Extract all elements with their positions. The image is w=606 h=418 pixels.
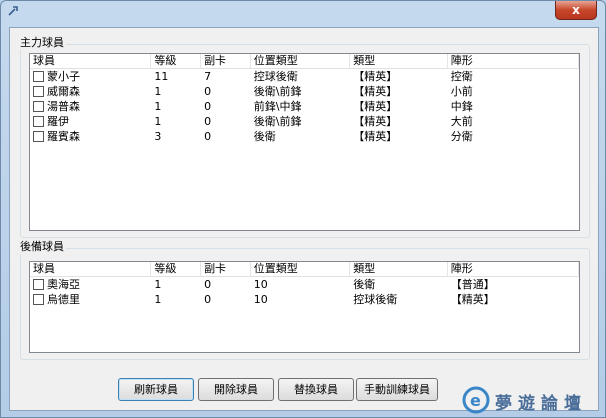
close-icon: x <box>572 3 580 17</box>
cell-type: 後衛 <box>353 278 376 291</box>
manual-train-button[interactable]: 手動訓練球員 <box>356 378 438 401</box>
cell-level: 1 <box>154 115 162 128</box>
table-row[interactable]: 羅賓森 3 0 後衛 【精英】 分衛 <box>30 129 579 144</box>
player-name: 奧海亞 <box>47 278 80 291</box>
col-header-player[interactable]: 球員 <box>30 54 152 69</box>
player-name: 威爾森 <box>47 85 80 98</box>
cell-level: 11 <box>154 70 169 83</box>
cell-level: 1 <box>154 85 162 98</box>
player-name-cell: 羅伊 <box>30 114 151 129</box>
player-name-cell: 蒙小子 <box>30 69 151 84</box>
player-name: 蒙小子 <box>47 70 80 83</box>
table-row[interactable]: 蒙小子 11 7 控球後衛 【精英】 控衛 <box>30 69 579 84</box>
row-checkbox[interactable] <box>33 279 44 290</box>
cell-level: 1 <box>154 293 162 306</box>
watermark-emblem-icon: e <box>462 386 490 414</box>
row-checkbox[interactable] <box>33 101 44 112</box>
cell-level: 1 <box>154 100 162 113</box>
col-header-type[interactable]: 類型 <box>350 54 448 69</box>
cell-type: 【精英】 <box>353 115 398 128</box>
row-checkbox[interactable] <box>33 116 44 127</box>
player-name: 烏德里 <box>47 293 80 306</box>
cell-formation: 分衛 <box>450 130 473 143</box>
cell-formation: 小前 <box>450 85 473 98</box>
table-row[interactable]: 湯普森 1 0 前鋒\中鋒 【精英】 中鋒 <box>30 99 579 114</box>
main-players-group: 主力球員 球員 等級 副卡 位置類型 類型 陣形 蒙小子 11 7 控球後衛 【精英】控… <box>20 36 590 238</box>
row-checkbox[interactable] <box>33 131 44 142</box>
col-header-level[interactable]: 等級 <box>151 54 202 69</box>
fire-player-button[interactable]: 開除球員 <box>198 378 274 401</box>
player-name-cell: 烏德里 <box>30 292 151 307</box>
player-name: 羅賓森 <box>47 130 80 143</box>
cell-position: 10 <box>253 278 268 291</box>
cell-position: 10 <box>253 293 268 306</box>
cell-position: 後衛 <box>253 130 276 143</box>
main-list-header: 球員 等級 副卡 位置類型 類型 陣形 <box>30 54 579 69</box>
cell-position: 後衛\前鋒 <box>253 115 302 128</box>
cell-sub: 0 <box>204 130 212 143</box>
cell-sub: 0 <box>204 115 212 128</box>
reserve-players-list[interactable]: 球員 等級 副卡 位置類型 類型 陣形 奧海亞 1 0 10 後衛 【普通】 烏德里 1 0 10… <box>29 261 580 353</box>
table-row[interactable]: 威爾森 1 0 後衛\前鋒 【精英】 小前 <box>30 84 579 99</box>
cell-sub: 0 <box>204 278 212 291</box>
cell-position: 控球後衛 <box>253 70 298 83</box>
main-window: x 主力球員 球員 等級 副卡 位置類型 類型 陣形 蒙小子 11 7 控球後衛 【精英… <box>0 0 606 418</box>
player-name-cell: 湯普森 <box>30 99 151 114</box>
cell-position: 前鋒\中鋒 <box>253 100 302 113</box>
refresh-players-button[interactable]: 刷新球員 <box>118 378 194 401</box>
table-row[interactable]: 烏德里 1 0 10 控球後衛 【精英】 <box>30 292 579 307</box>
dialog-client-area: 主力球員 球員 等級 副卡 位置類型 類型 陣形 蒙小子 11 7 控球後衛 【精英】控… <box>9 27 599 411</box>
col-header-position-type[interactable]: 位置類型 <box>251 262 351 277</box>
cell-type: 【精英】 <box>353 100 398 113</box>
reserve-players-label: 後備球員 <box>20 240 66 254</box>
cell-level: 1 <box>154 278 162 291</box>
col-header-position-type[interactable]: 位置類型 <box>251 54 351 69</box>
table-row[interactable]: 奧海亞 1 0 10 後衛 【普通】 <box>30 277 579 292</box>
reserve-players-group: 後備球員 球員 等級 副卡 位置類型 類型 陣形 奧海亞 1 0 10 後衛 【普通】 烏德… <box>20 240 590 360</box>
col-header-formation[interactable]: 陣形 <box>448 54 579 69</box>
player-name: 湯普森 <box>47 100 80 113</box>
row-checkbox[interactable] <box>33 86 44 97</box>
cell-formation: 控衛 <box>450 70 473 83</box>
cell-type: 【精英】 <box>353 130 398 143</box>
swap-player-button[interactable]: 替換球員 <box>278 378 354 401</box>
cell-formation: 中鋒 <box>450 100 473 113</box>
col-header-player[interactable]: 球員 <box>30 262 152 277</box>
col-header-subcard[interactable]: 副卡 <box>201 54 251 69</box>
cell-sub: 0 <box>204 100 212 113</box>
table-row[interactable]: 羅伊 1 0 後衛\前鋒 【精英】 大前 <box>30 114 579 129</box>
app-icon <box>8 6 18 16</box>
cell-type: 【精英】 <box>353 70 398 83</box>
row-checkbox[interactable] <box>33 71 44 82</box>
col-header-level[interactable]: 等級 <box>151 262 202 277</box>
col-header-subcard[interactable]: 副卡 <box>201 262 251 277</box>
reserve-list-header: 球員 等級 副卡 位置類型 類型 陣形 <box>30 262 579 277</box>
cell-type: 【精英】 <box>353 85 398 98</box>
svg-text:e: e <box>470 391 481 410</box>
cell-sub: 0 <box>204 85 212 98</box>
col-header-type[interactable]: 類型 <box>350 262 448 277</box>
row-checkbox[interactable] <box>33 294 44 305</box>
main-players-label: 主力球員 <box>20 36 66 50</box>
player-name-cell: 威爾森 <box>30 84 151 99</box>
watermark-text: 夢遊論壇 <box>495 394 587 414</box>
player-name-cell: 奧海亞 <box>30 277 151 292</box>
cell-formation: 【精英】 <box>450 293 495 306</box>
col-header-formation[interactable]: 陣形 <box>448 262 579 277</box>
main-players-list[interactable]: 球員 等級 副卡 位置類型 類型 陣形 蒙小子 11 7 控球後衛 【精英】 控衛 威爾森 1… <box>29 53 580 231</box>
watermark-logo: e 夢遊論壇 <box>461 385 603 415</box>
player-name: 羅伊 <box>47 115 69 128</box>
cell-level: 3 <box>154 130 162 143</box>
player-name-cell: 羅賓森 <box>30 129 151 144</box>
close-button[interactable]: x <box>555 1 597 20</box>
cell-formation: 大前 <box>450 115 473 128</box>
cell-sub: 7 <box>204 70 212 83</box>
cell-position: 後衛\前鋒 <box>253 85 302 98</box>
cell-type: 控球後衛 <box>353 293 398 306</box>
cell-formation: 【普通】 <box>450 278 495 291</box>
cell-sub: 0 <box>204 293 212 306</box>
